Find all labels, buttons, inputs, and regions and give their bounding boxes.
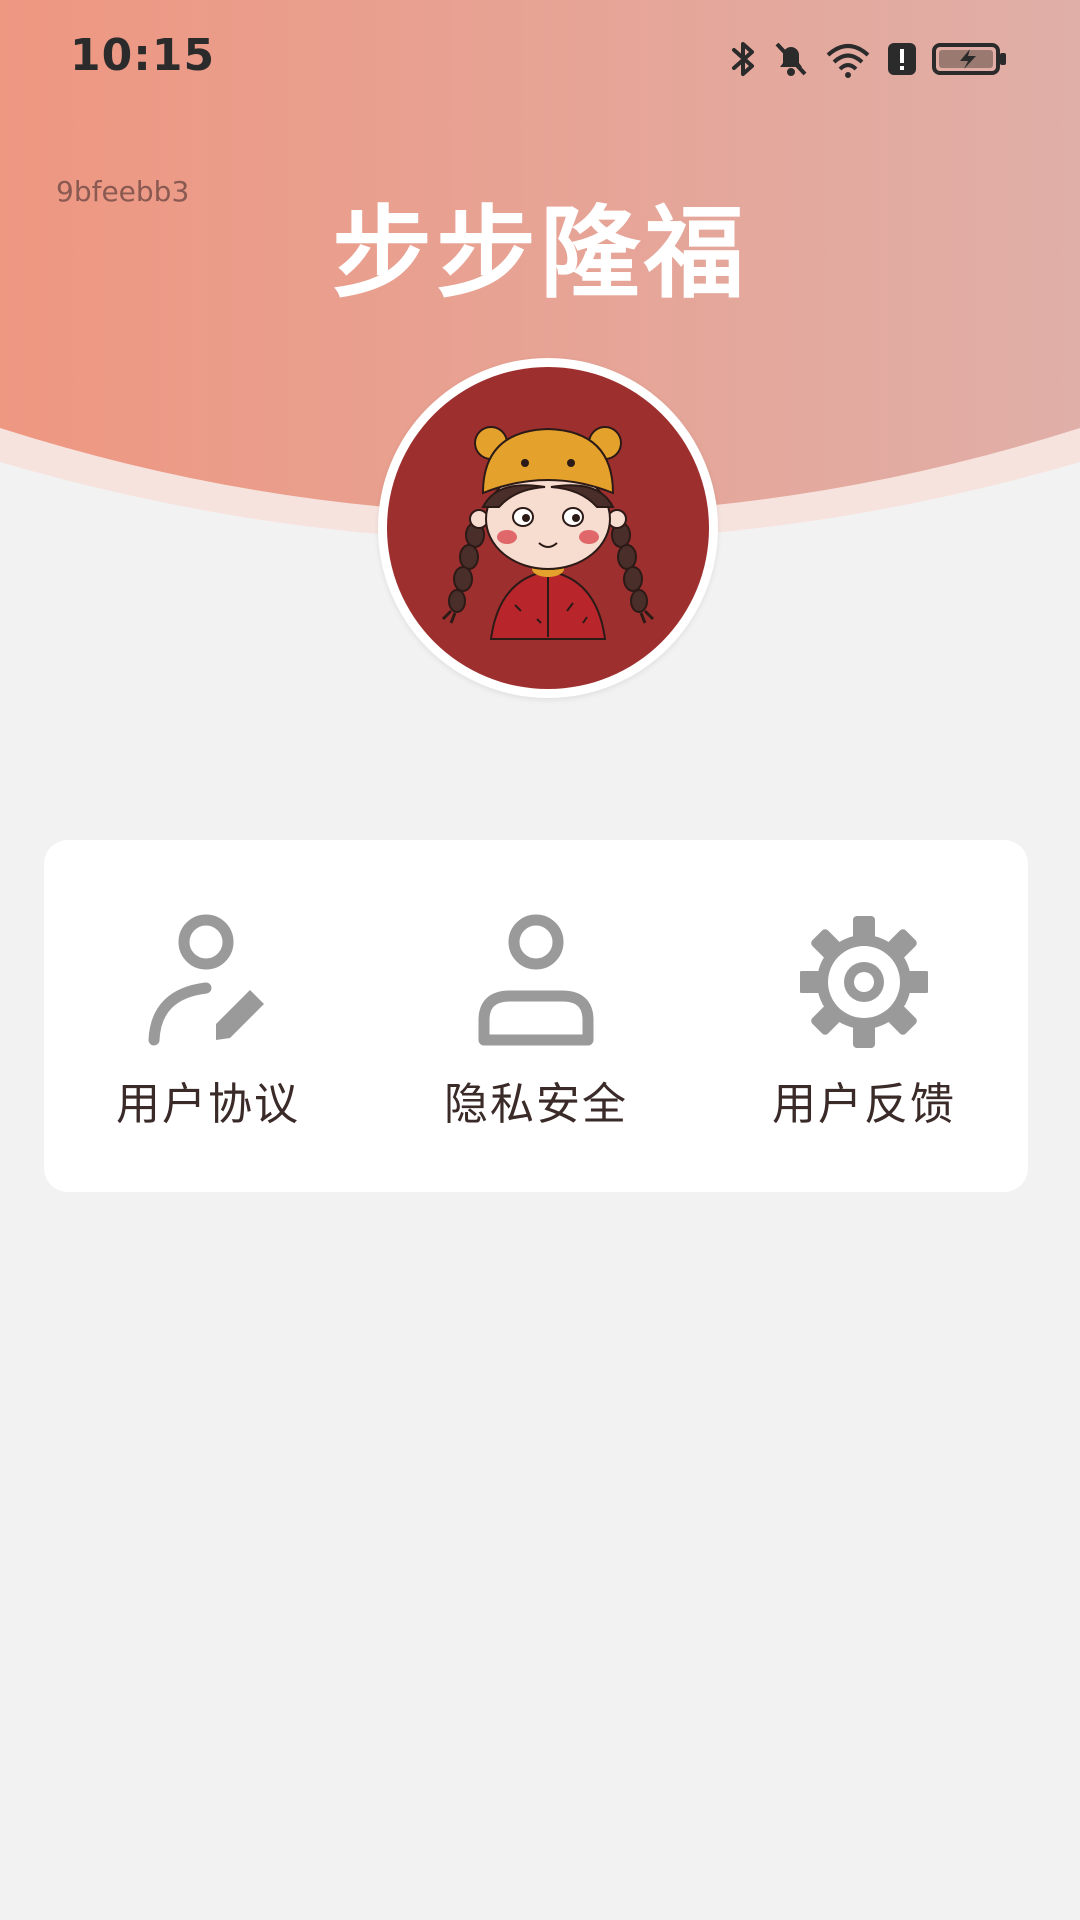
user-agreement-button[interactable]: 用户协议	[44, 840, 372, 1192]
user-icon	[472, 912, 600, 1052]
alert-icon	[886, 39, 918, 79]
avatar[interactable]	[378, 358, 718, 698]
avatar-illustration	[387, 367, 709, 689]
user-feedback-label: 用户反馈	[772, 1079, 956, 1130]
mute-notifications-icon	[772, 39, 810, 79]
battery-charging-icon	[932, 39, 1008, 79]
gear-icon	[798, 912, 930, 1052]
status-bar: 10:15	[0, 0, 1080, 110]
menu-card: 用户协议 隐私安全 用户反馈	[44, 840, 1028, 1192]
app-title: 步步隆福	[332, 195, 748, 312]
bluetooth-icon	[730, 39, 758, 79]
privacy-security-button[interactable]: 隐私安全	[372, 840, 700, 1192]
wifi-icon	[824, 39, 872, 79]
privacy-security-label: 隐私安全	[444, 1079, 628, 1130]
user-edit-icon	[144, 912, 272, 1052]
status-time: 10:15	[70, 30, 216, 81]
user-agreement-label: 用户协议	[116, 1079, 300, 1130]
user-feedback-button[interactable]: 用户反馈	[700, 840, 1028, 1192]
status-icons	[730, 36, 1008, 82]
